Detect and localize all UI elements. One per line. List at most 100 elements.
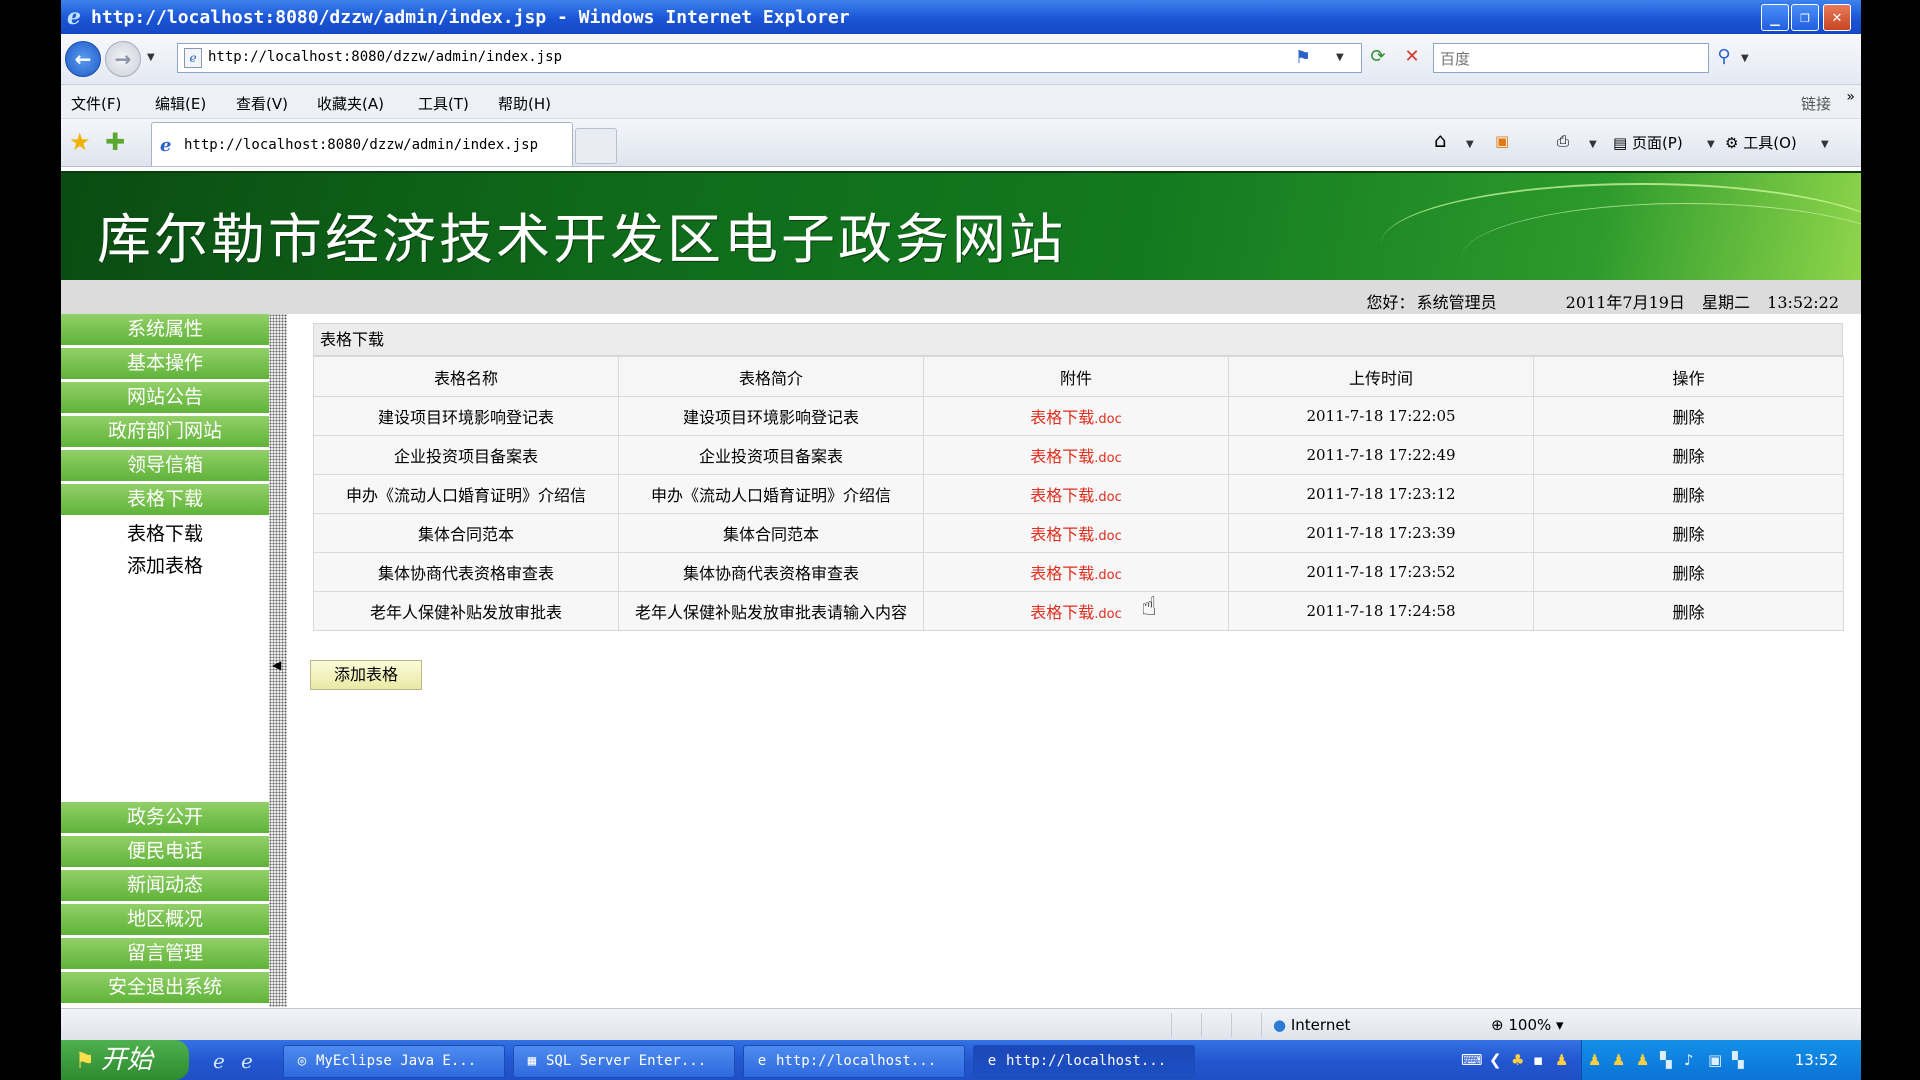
start-button[interactable]: ⚑ 开始	[61, 1040, 189, 1080]
delete-link[interactable]: 删除	[1533, 474, 1844, 514]
menu-view[interactable]: 查看(V)	[236, 93, 288, 114]
page-menu[interactable]: ▤ 页面(P)	[1613, 132, 1683, 153]
safely-remove-icon[interactable]: ▣	[1708, 1051, 1722, 1069]
qq-icon[interactable]: ♟	[1612, 1051, 1625, 1069]
taskbar-item-ie-2[interactable]: e http://localhost...	[973, 1045, 1195, 1078]
address-dropdown-icon[interactable]: ▼	[1336, 52, 1344, 63]
qq-icon[interactable]: ♟	[1636, 1051, 1649, 1069]
zoom-control[interactable]: ⊕ 100% ▾	[1491, 1016, 1564, 1034]
download-link[interactable]: 表格下载.doc	[1030, 447, 1122, 466]
attachment-cell: 表格下载.doc	[923, 396, 1229, 436]
delete-link[interactable]: 删除	[1533, 513, 1844, 553]
search-icon[interactable]: ⚲	[1711, 44, 1737, 70]
search-input[interactable]	[1438, 46, 1692, 72]
ie-task-icon: e	[757, 1053, 767, 1069]
search-options-icon[interactable]: ▼	[1741, 53, 1749, 64]
qq-icon[interactable]: ♟	[1555, 1051, 1568, 1069]
home-dropdown-icon[interactable]: ▼	[1466, 139, 1474, 150]
sidebar-item-basic-operations[interactable]: 基本操作	[61, 348, 269, 382]
history-dropdown-icon[interactable]: ▼	[147, 52, 155, 63]
refresh-icon[interactable]: ⟳	[1365, 44, 1391, 70]
search-box[interactable]	[1433, 43, 1709, 73]
clock[interactable]: 13:52	[1795, 1051, 1838, 1069]
ie-quicklaunch-icon[interactable]: e	[213, 1049, 225, 1073]
minimize-button[interactable]: _	[1761, 4, 1789, 31]
table-row: 企业投资项目备案表 企业投资项目备案表 表格下载.doc 2011-7-18 1…	[313, 435, 1844, 475]
taskbar-item-sqlserver[interactable]: ▦ SQL Server Enter...	[513, 1045, 735, 1078]
delete-link[interactable]: 删除	[1533, 435, 1844, 475]
feeds-icon[interactable]: ▣	[1495, 132, 1509, 150]
tray-collapse-icon[interactable]: ❮	[1489, 1051, 1502, 1069]
tools-menu[interactable]: ⚙ 工具(O)	[1725, 132, 1797, 153]
system-tray: ♟ ♟ ♟ ▚ ♪ ▣ ▚ 13:52	[1581, 1040, 1861, 1080]
download-link[interactable]: 表格下载.doc	[1030, 525, 1122, 544]
column-header: 上传时间	[1228, 356, 1534, 397]
forward-button[interactable]: →	[105, 41, 141, 77]
tray-app-icon-2[interactable]: ▪	[1533, 1051, 1543, 1069]
download-link[interactable]: 表格下载.doc	[1030, 564, 1122, 583]
sidebar-item-hotlines[interactable]: 便民电话	[61, 836, 269, 870]
menu-tools[interactable]: 工具(T)	[418, 93, 469, 114]
home-icon[interactable]: ⌂	[1434, 128, 1447, 152]
download-link[interactable]: 表格下载.doc	[1030, 486, 1122, 505]
ie-quicklaunch-icon-2[interactable]: e	[241, 1049, 253, 1073]
menu-favorites[interactable]: 收藏夹(A)	[317, 93, 384, 114]
sidebar-item-leader-mailbox[interactable]: 领导信箱	[61, 450, 269, 484]
file-extension: .doc	[1094, 451, 1122, 466]
add-favorite-icon[interactable]: ✚	[105, 128, 125, 156]
sidebar-item-messages[interactable]: 留言管理	[61, 938, 269, 972]
menu-edit[interactable]: 编辑(E)	[155, 93, 206, 114]
print-icon[interactable]: ⎙	[1557, 132, 1569, 150]
network-icon-2[interactable]: ▚	[1732, 1051, 1744, 1069]
close-button[interactable]: ✕	[1823, 4, 1851, 31]
address-field[interactable]: e http://localhost:8080/dzzw/admin/index…	[177, 43, 1362, 73]
panel-title-text: 表格下载	[320, 330, 385, 349]
compat-view-icon[interactable]: ⚑	[1290, 45, 1316, 71]
taskbar-item-myeclipse[interactable]: ◎ MyEclipse Java E...	[283, 1045, 505, 1078]
delete-link[interactable]: 删除	[1533, 552, 1844, 592]
sidebar-item-logout[interactable]: 安全退出系统	[61, 972, 269, 1006]
add-form-button[interactable]: 添加表格	[310, 660, 422, 690]
sidebar-item-region-overview[interactable]: 地区概况	[61, 904, 269, 938]
sidebar-item-news[interactable]: 新闻动态	[61, 870, 269, 904]
network-icon[interactable]: ▚	[1660, 1051, 1672, 1069]
download-link-text: 表格下载	[1030, 447, 1095, 466]
download-link[interactable]: 表格下载.doc	[1030, 408, 1122, 427]
sidebar-item-gov-websites[interactable]: 政府部门网站	[61, 416, 269, 450]
volume-icon[interactable]: ♪	[1684, 1051, 1694, 1069]
address-toolbar: ← → ▼ e http://localhost:8080/dzzw/admin…	[61, 34, 1861, 85]
keyboard-icon[interactable]: ⌨	[1461, 1051, 1483, 1069]
favorites-star-icon[interactable]: ★	[69, 128, 91, 156]
sidebar-subitem-form-download[interactable]: 表格下载	[61, 519, 269, 546]
tab-active[interactable]: e http://localhost:8080/dzzw/admin/index…	[151, 122, 573, 166]
back-button[interactable]: ←	[65, 41, 101, 77]
delete-link[interactable]: 删除	[1533, 396, 1844, 436]
new-tab-button[interactable]	[575, 128, 617, 164]
tools-dropdown-icon[interactable]: ▼	[1821, 139, 1829, 150]
taskbar-item-ie-1[interactable]: e http://localhost...	[743, 1045, 965, 1078]
menu-file[interactable]: 文件(F)	[71, 93, 121, 114]
sidebar-item-system-properties[interactable]: 系统属性	[61, 314, 269, 348]
menu-help[interactable]: 帮助(H)	[498, 93, 551, 114]
collapse-arrow-icon[interactable]: ◀	[272, 658, 281, 672]
greeting-bar: 您好： 系统管理员 2011年7月19日 星期二 13:52:22	[61, 280, 1861, 314]
tray-app-icon[interactable]: ♣	[1511, 1051, 1524, 1069]
restore-button[interactable]: ❐	[1791, 4, 1819, 31]
download-link[interactable]: 表格下载.doc	[1030, 603, 1122, 622]
stop-icon[interactable]: ✕	[1399, 44, 1425, 70]
page-dropdown-icon[interactable]: ▼	[1707, 139, 1715, 150]
sidebar-subitem-add-form[interactable]: 添加表格	[61, 551, 269, 578]
sidebar-splitter[interactable]: ◀	[269, 314, 287, 1007]
sidebar-item-announcements[interactable]: 网站公告	[61, 382, 269, 416]
print-dropdown-icon[interactable]: ▼	[1589, 139, 1597, 150]
sidebar-item-form-download[interactable]: 表格下载	[61, 484, 269, 518]
security-zone[interactable]: ● Internet	[1273, 1016, 1350, 1034]
forms-table: 表格名称 表格简介 附件 上传时间 操作 建设项目环境影响登记表 建设项目环境影…	[313, 356, 1844, 631]
links-toolbar[interactable]: 链接	[1801, 93, 1831, 114]
chevron-right-icon[interactable]: »	[1846, 89, 1855, 105]
window-title: http://localhost:8080/dzzw/admin/index.j…	[91, 7, 850, 28]
sidebar-item-gov-affairs[interactable]: 政务公开	[61, 802, 269, 836]
current-date: 2011年7月19日	[1565, 293, 1685, 312]
qq-icon[interactable]: ♟	[1588, 1051, 1601, 1069]
delete-link[interactable]: 删除	[1533, 591, 1844, 631]
